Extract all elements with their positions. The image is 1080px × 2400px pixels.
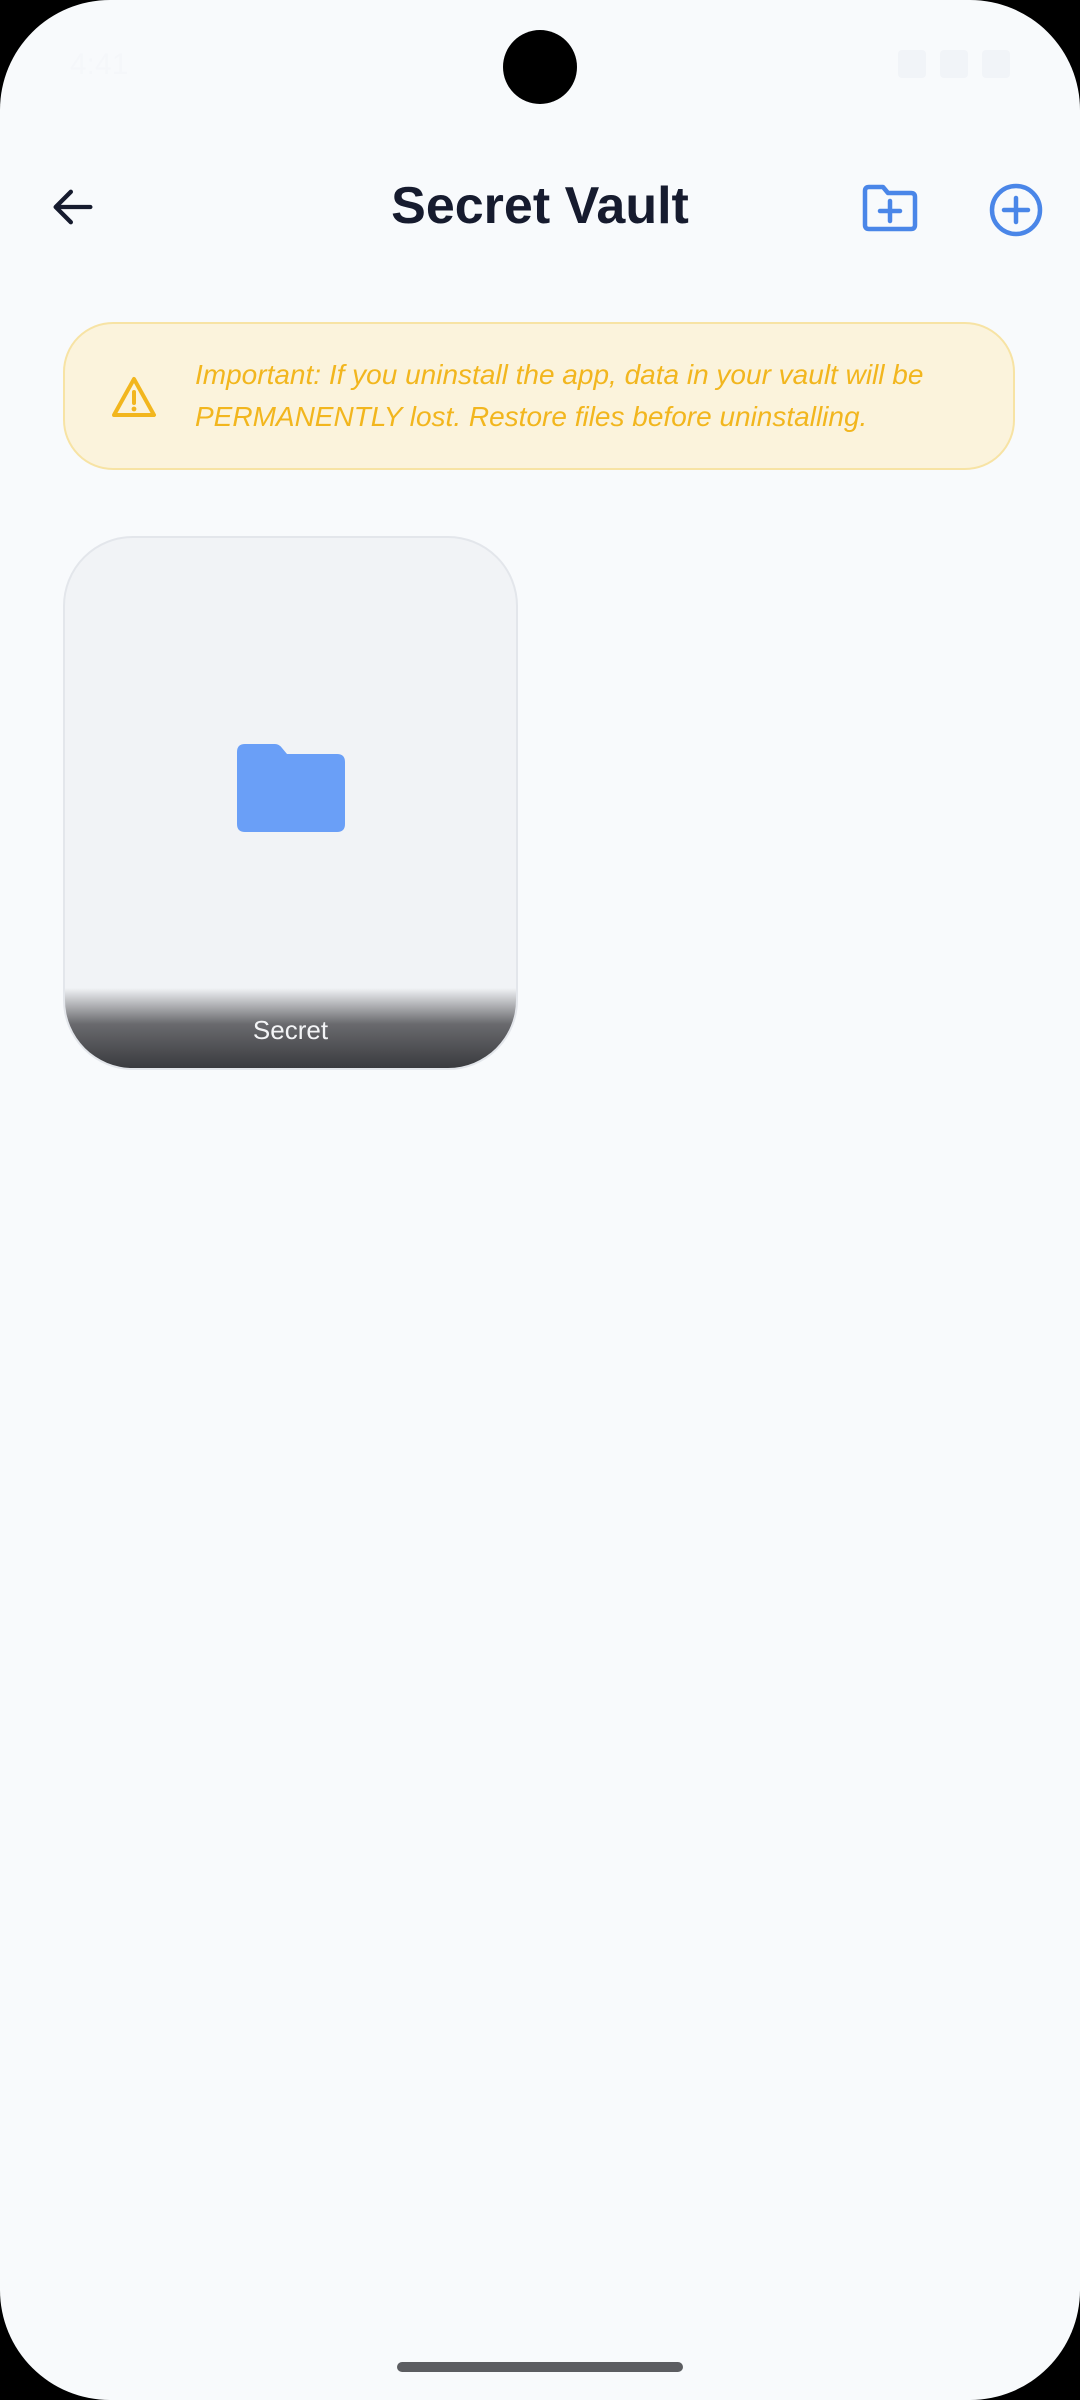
app-bar: Secret Vault	[0, 150, 1080, 260]
uninstall-warning-banner: Important: If you uninstall the app, dat…	[63, 322, 1015, 470]
new-folder-button[interactable]	[852, 170, 928, 246]
folder-icon	[237, 744, 345, 832]
signal-icon	[940, 50, 968, 78]
phone-screen: 4:41 Secret Vault Important: If you unin…	[0, 0, 1080, 2400]
folder-plus-icon	[862, 184, 918, 232]
folder-card-secret[interactable]: Secret	[63, 536, 518, 1070]
warning-triangle-icon	[112, 377, 156, 417]
warning-text: Important: If you uninstall the app, dat…	[195, 359, 924, 432]
folder-name: Secret	[252, 1015, 329, 1045]
wifi-icon	[898, 50, 926, 78]
status-icons	[898, 50, 1010, 78]
home-indicator[interactable]	[397, 2362, 683, 2372]
add-button[interactable]	[976, 170, 1056, 250]
plus-circle-icon	[989, 183, 1043, 237]
status-time: 4:41	[70, 48, 129, 81]
battery-icon	[982, 50, 1010, 78]
camera-cutout	[503, 30, 577, 104]
